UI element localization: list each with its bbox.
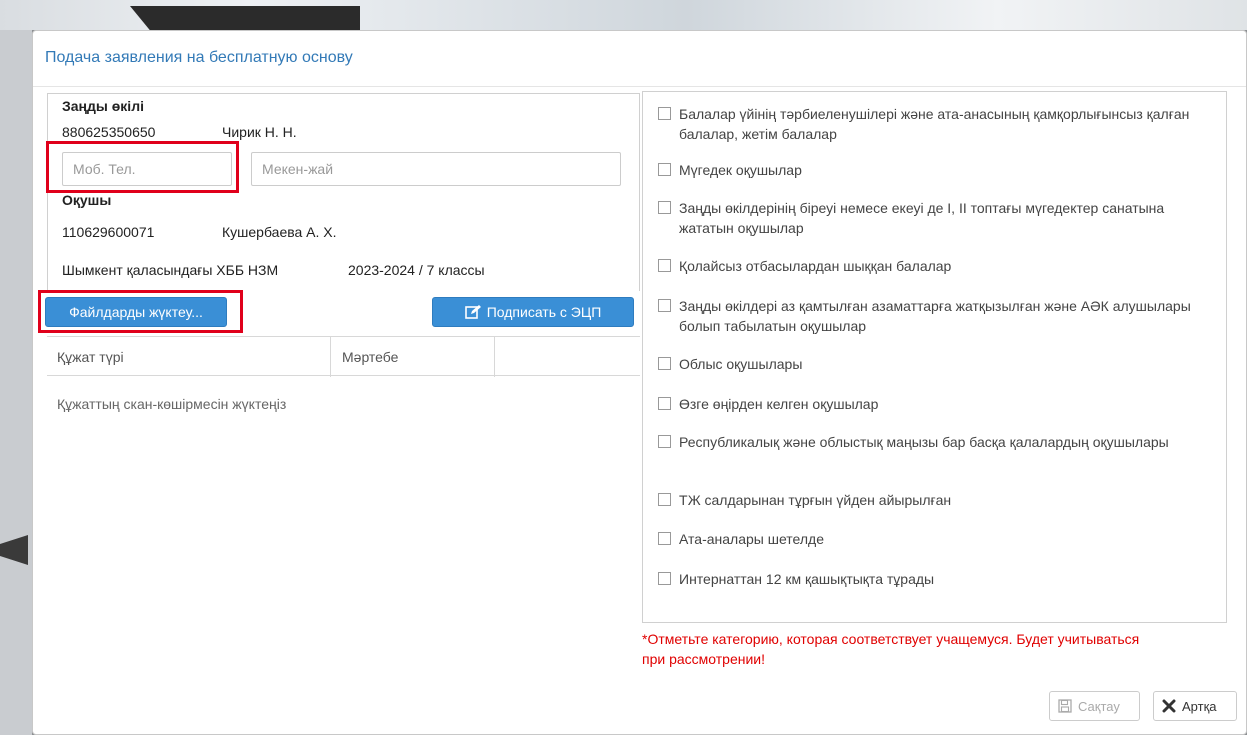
- representative-iin: 880625350650: [62, 124, 156, 140]
- category-checkbox[interactable]: [658, 493, 671, 506]
- category-item[interactable]: Заңды өкілдерінің біреуі немесе екеуі де…: [658, 198, 1218, 238]
- sign-eds-button[interactable]: Подписать с ЭЦП: [432, 297, 634, 327]
- category-item[interactable]: Мүгедек оқушылар: [658, 160, 1218, 180]
- student-year-class: 2023-2024 / 7 классы: [348, 262, 485, 278]
- modal-header: Подача заявления на бесплатную основу: [33, 31, 1246, 87]
- category-label: Балалар үйінің тәрбиеленушілері және ата…: [679, 106, 1190, 142]
- modal-title: Подача заявления на бесплатную основу: [45, 49, 353, 66]
- highlight-box: [38, 290, 243, 333]
- category-label: Заңды өкілдері аз қамтылған азаматтарға …: [679, 298, 1191, 334]
- category-item[interactable]: Интернаттан 12 км қашықтықта тұрады: [658, 569, 1218, 589]
- category-checkbox[interactable]: [658, 201, 671, 214]
- category-checkbox[interactable]: [658, 163, 671, 176]
- column-status: Мәртебе: [342, 349, 399, 365]
- student-school: Шымкент қаласындағы ХББ НЗМ: [62, 262, 279, 278]
- representative-name: Чирик Н. Н.: [222, 124, 297, 140]
- highlight-box: [46, 141, 239, 193]
- category-checkbox[interactable]: [658, 259, 671, 272]
- category-label: Қолайсыз отбасылардан шыққан балалар: [679, 258, 952, 274]
- edit-icon: [464, 305, 481, 319]
- column-divider: [494, 337, 495, 377]
- category-checkbox[interactable]: [658, 572, 671, 585]
- column-doc-type: Құжат түрі: [57, 349, 124, 365]
- sign-eds-label: Подписать с ЭЦП: [486, 304, 602, 320]
- documents-table: Құжат түрі Мәртебе Құжаттың скан-көшірме…: [47, 336, 640, 412]
- back-label: Артқа: [1182, 698, 1217, 714]
- category-checkbox[interactable]: [658, 299, 671, 312]
- category-checkbox[interactable]: [658, 435, 671, 448]
- save-icon: [1058, 699, 1072, 713]
- category-item[interactable]: Облыс оқушылары: [658, 354, 1218, 374]
- category-label: Облыс оқушылары: [679, 356, 803, 372]
- category-item[interactable]: Балалар үйінің тәрбиеленушілері және ата…: [658, 104, 1218, 144]
- documents-table-header: Құжат түрі Мәртебе: [47, 336, 640, 377]
- category-label: Ата-аналары шетелде: [679, 531, 824, 547]
- category-label: Заңды өкілдерінің біреуі немесе екеуі де…: [679, 200, 1165, 236]
- back-button[interactable]: Артқа: [1153, 691, 1237, 721]
- categories-panel: Балалар үйінің тәрбиеленушілері және ата…: [642, 91, 1227, 623]
- close-icon: [1162, 699, 1176, 713]
- background-overlay: [0, 30, 32, 735]
- category-item[interactable]: Заңды өкілдері аз қамтылған азаматтарға …: [658, 296, 1218, 336]
- representative-heading: Заңды өкілі: [62, 98, 144, 114]
- category-checkbox[interactable]: [658, 397, 671, 410]
- address-input[interactable]: [251, 152, 621, 186]
- category-label: Мүгедек оқушылар: [679, 162, 802, 178]
- category-checkbox[interactable]: [658, 532, 671, 545]
- category-item[interactable]: Қолайсыз отбасылардан шыққан балалар: [658, 256, 1218, 276]
- student-iin: 110629600071: [62, 224, 155, 240]
- category-item[interactable]: Ата-аналары шетелде: [658, 529, 1218, 549]
- student-heading: Оқушы: [62, 192, 112, 208]
- student-name: Кушербаева А. Х.: [222, 224, 337, 240]
- category-item[interactable]: Өзге өңірден келген оқушылар: [658, 394, 1218, 414]
- category-checkbox[interactable]: [658, 107, 671, 120]
- category-item[interactable]: ТЖ салдарынан тұрғын үйден айырылған: [658, 490, 1218, 510]
- save-button[interactable]: Сақтау: [1049, 691, 1140, 721]
- category-label: ТЖ салдарынан тұрғын үйден айырылған: [679, 492, 952, 508]
- category-note: *Отметьте категорию, которая соответству…: [642, 631, 1140, 667]
- category-label: Өзге өңірден келген оқушылар: [679, 396, 879, 412]
- category-checkbox[interactable]: [658, 357, 671, 370]
- save-label: Сақтау: [1078, 698, 1120, 714]
- application-modal: Подача заявления на бесплатную основу За…: [32, 30, 1247, 735]
- documents-empty-message: Құжаттың скан-көшірмесін жүктеңіз: [57, 396, 287, 412]
- category-item[interactable]: Республикалық және облыстық маңызы бар б…: [658, 432, 1218, 452]
- category-label: Интернаттан 12 км қашықтықта тұрады: [679, 571, 935, 587]
- column-divider: [330, 337, 331, 377]
- category-label: Республикалық және облыстық маңызы бар б…: [679, 434, 1169, 450]
